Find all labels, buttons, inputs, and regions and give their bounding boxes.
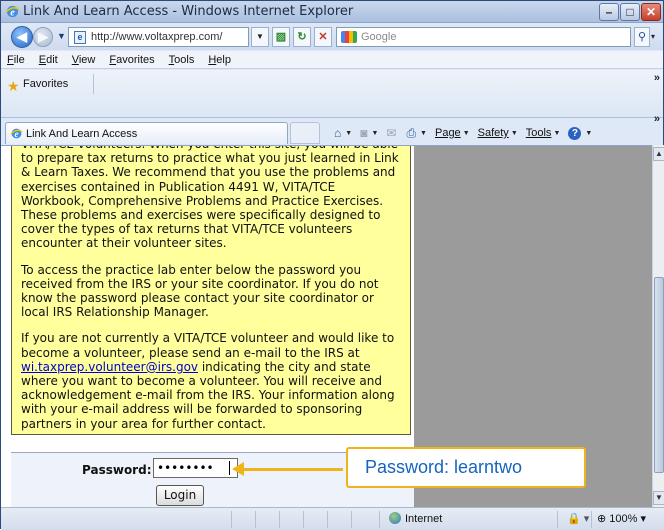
search-options-dropdown[interactable]: ▾ — [651, 27, 661, 47]
scroll-up-arrow-icon[interactable]: ▲ — [653, 147, 664, 161]
safety-menu-button[interactable]: Safety ▼ — [475, 127, 521, 139]
close-icon: ✕ — [645, 5, 657, 19]
print-button[interactable]: ⎙ ▼ — [403, 126, 430, 141]
scroll-down-arrow-icon[interactable]: ▼ — [653, 491, 664, 505]
close-button[interactable]: ✕ — [641, 3, 661, 21]
info-box: VITA/TCE volunteers. When you enter this… — [11, 146, 411, 435]
browser-window: e Link And Learn Access - Windows Intern… — [0, 0, 664, 530]
favorites-button[interactable]: Favorites — [23, 78, 68, 90]
favorites-separator — [93, 74, 94, 94]
login-button[interactable]: Login — [156, 485, 204, 506]
rss-feed-icon: ◙ — [360, 126, 368, 140]
page-menu-button[interactable]: Page ▼ — [432, 127, 473, 139]
back-button[interactable]: ◀ — [11, 26, 33, 48]
google-logo-icon — [341, 31, 357, 43]
recent-pages-dropdown[interactable]: ▼ — [57, 31, 66, 41]
volunteer-paragraph: If you are not currently a VITA/TCE volu… — [21, 331, 395, 431]
vertical-scrollbar[interactable]: ▲ ▼ — [652, 145, 664, 507]
back-arrow-icon: ◀ — [17, 29, 27, 44]
zoom-level[interactable]: ⊕ 100% ▾ — [597, 512, 646, 525]
page-icon: e — [74, 31, 86, 44]
read-mail-button[interactable]: ✉ — [383, 126, 401, 140]
callout-arrow-line — [241, 468, 343, 471]
scrollbar-thumb[interactable] — [654, 277, 664, 473]
internet-explorer-icon: e — [10, 128, 23, 139]
new-tab-button[interactable] — [290, 122, 320, 144]
menu-edit[interactable]: Edit — [39, 51, 58, 68]
window-title: Link And Learn Access - Windows Internet… — [23, 4, 354, 19]
text-caret — [229, 461, 230, 475]
intro-paragraph: VITA/TCE volunteers. When you enter this… — [21, 146, 399, 251]
feeds-button[interactable]: ◙ ▼ — [357, 126, 381, 140]
password-label: Password: — [82, 463, 152, 477]
search-placeholder: Google — [361, 31, 397, 43]
command-bar: ⌂ ▼ ◙ ▼ ✉ ⎙ ▼ Page ▼ Safety ▼ Tools ▼ ? ▼ — [331, 123, 595, 143]
menu-bar: File Edit View Favorites Tools Help — [1, 51, 663, 69]
volunteer-email-link[interactable]: wi.taxprep.volunteer@irs.gov — [21, 360, 198, 374]
help-menu-button[interactable]: ? ▼ — [565, 126, 595, 140]
protected-mode-icon[interactable]: 🔒 ▾ — [567, 512, 589, 525]
address-tools: ▼ ▨ ↻ ✕ — [251, 27, 332, 47]
command-bar-overflow-chevron-icon[interactable]: » — [654, 113, 660, 125]
search-button[interactable]: ⚲ — [634, 27, 650, 47]
mail-icon: ✉ — [386, 126, 397, 140]
address-toolbar: ◀ ▶ ▼ e http://www.voltaxprep.com/ ▼ ▨ ↻… — [1, 24, 663, 50]
maximize-icon: □ — [626, 5, 634, 19]
access-paragraph: To access the practice lab enter below t… — [21, 262, 379, 320]
stop-icon[interactable]: ✕ — [314, 27, 332, 47]
minimize-icon: – — [605, 5, 613, 19]
help-icon: ? — [568, 126, 582, 140]
address-bar[interactable]: e http://www.voltaxprep.com/ — [68, 27, 249, 47]
password-field[interactable]: •••••••• — [153, 458, 238, 478]
tools-menu-button[interactable]: Tools ▼ — [523, 127, 564, 139]
forward-arrow-icon: ▶ — [38, 29, 48, 44]
search-box[interactable]: Google — [336, 27, 631, 47]
compatibility-view-icon[interactable]: ▨ — [272, 27, 290, 47]
address-url[interactable]: http://www.voltaxprep.com/ — [91, 31, 222, 43]
callout-text: Password: learntwo — [365, 457, 523, 477]
tab-label: Link And Learn Access — [26, 128, 138, 140]
menu-tools[interactable]: Tools — [169, 51, 195, 68]
status-bar: Internet 🔒 ▾ ⊕ 100% ▾ — [1, 507, 664, 530]
internet-globe-icon — [389, 512, 401, 524]
address-dropdown-button[interactable]: ▼ — [251, 27, 269, 47]
menu-file[interactable]: File — [7, 51, 25, 68]
refresh-icon[interactable]: ↻ — [293, 27, 311, 47]
window-controls: – □ ✕ — [599, 3, 661, 21]
title-bar: e Link And Learn Access - Windows Intern… — [1, 1, 663, 23]
minimize-button[interactable]: – — [599, 3, 619, 21]
maximize-button[interactable]: □ — [620, 3, 640, 21]
favorites-bar: ★ Favorites » — [1, 70, 663, 118]
tab-link-and-learn[interactable]: e Link And Learn Access — [5, 122, 288, 144]
security-zone[interactable]: Internet — [389, 512, 442, 525]
favorites-overflow-chevron-icon[interactable]: » — [654, 72, 660, 84]
zoom-icon: ⊕ — [597, 513, 610, 525]
menu-view[interactable]: View — [72, 51, 96, 68]
printer-icon: ⎙ — [406, 125, 417, 140]
password-callout: Password: learntwo — [346, 447, 586, 488]
menu-help[interactable]: Help — [208, 51, 231, 68]
forward-button[interactable]: ▶ — [33, 27, 53, 47]
menu-favorites[interactable]: Favorites — [109, 51, 154, 68]
home-icon: ⌂ — [334, 126, 342, 140]
home-button[interactable]: ⌂ ▼ — [331, 126, 355, 140]
favorites-star-icon[interactable]: ★ — [7, 78, 20, 95]
internet-explorer-icon: e — [5, 5, 20, 18]
